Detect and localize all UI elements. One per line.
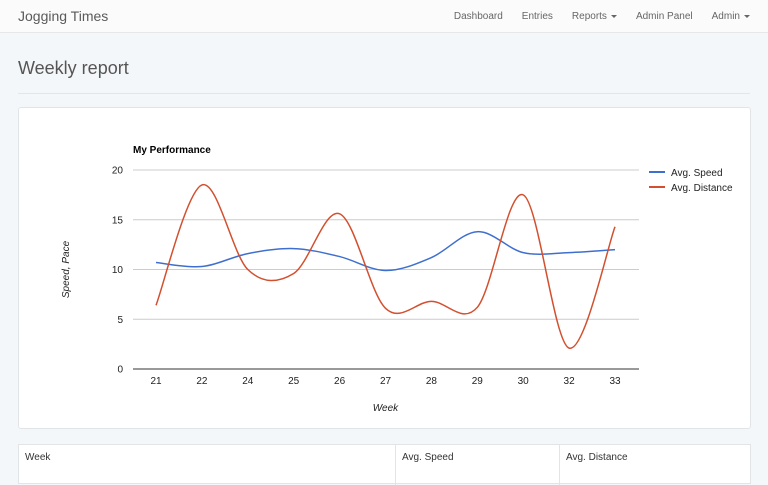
y-tick-label: 20 [112,166,124,177]
y-tick-label: 0 [117,365,123,376]
nav-dashboard[interactable]: Dashboard [444,11,512,22]
series-line-avg-distance [155,184,616,349]
legend-label: Avg. Speed [671,168,723,179]
page-title: Weekly report [18,58,129,78]
chart-title: My Performance [133,145,211,156]
nav-reports-dropdown[interactable]: Reports [562,11,626,22]
x-tick-label: 28 [426,376,438,387]
y-tick-label: 5 [117,315,123,326]
nav-admin-panel-label: Admin Panel [635,11,693,22]
table-header-avg-speed: Avg. Speed [402,452,454,463]
caret-down-icon [744,15,750,18]
x-tick-label: 24 [242,376,254,387]
brand-link[interactable]: Jogging Times [18,8,108,24]
y-tick-label: 10 [112,265,124,276]
x-axis-label: Week [373,403,399,414]
nav-admin-panel[interactable]: Admin Panel [626,11,702,22]
title-divider [18,93,750,94]
chart-panel: 0 5 10 15 20 21 22 24 25 26 27 28 29 30 32 33 My Perform… [18,107,751,429]
nav-admin-dropdown[interactable]: Admin [702,11,768,22]
x-tick-label: 33 [609,376,621,387]
table-header-avg-distance: Avg. Distance [566,452,628,463]
x-tick-label: 25 [288,376,300,387]
nav-entries-label: Entries [521,11,553,22]
nav-admin-label: Admin [711,11,740,22]
table-header-week: Week [25,452,51,463]
x-tick-label: 27 [380,376,392,387]
nav-menu: Dashboard Entries Reports Admin Panel Ad… [444,0,768,33]
nav-reports-label: Reports [571,11,607,22]
x-tick-label: 32 [564,376,576,387]
report-table: Week Avg. Speed Avg. Distance [18,444,751,485]
nav-entries[interactable]: Entries [512,11,562,22]
navbar: Jogging Times Dashboard Entries Reports … [0,0,768,33]
nav-dashboard-label: Dashboard [453,11,503,22]
x-tick-label: 22 [196,376,208,387]
caret-down-icon [610,15,617,18]
legend-label: Avg. Distance [671,183,733,194]
x-tick-label: 26 [334,376,346,387]
y-axis-label: Speed, Pace [61,240,72,298]
y-tick-label: 15 [112,215,124,226]
x-tick-label: 21 [150,376,162,387]
x-tick-label: 29 [472,376,484,387]
series-line-avg-speed [155,230,616,272]
performance-chart: 0 5 10 15 20 21 22 24 25 26 27 28 29 30 32 33 My Perform… [61,145,733,414]
x-tick-label: 30 [518,376,530,387]
